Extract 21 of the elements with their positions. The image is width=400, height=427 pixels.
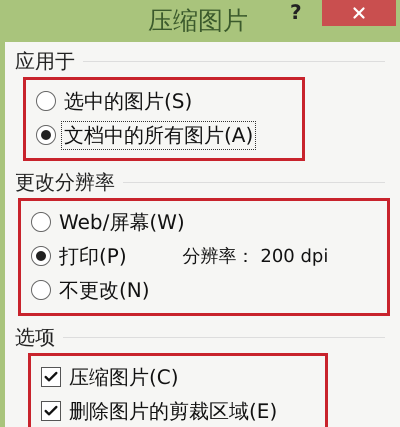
radio-option[interactable]: 选中的图片(S)	[36, 88, 194, 114]
radio-button[interactable]	[36, 125, 56, 145]
checkbox-option[interactable]: 删除图片的剪裁区域(E)	[41, 398, 280, 424]
window-title: 压缩图片	[148, 5, 248, 37]
close-button[interactable]	[322, 0, 396, 26]
radio-option[interactable]: 打印(P)	[31, 242, 129, 270]
radio-option[interactable]: 文档中的所有图片(A)	[36, 122, 256, 148]
checkbox[interactable]	[41, 367, 61, 387]
radio-option[interactable]: Web/屏幕(W)	[31, 208, 187, 236]
radio-button[interactable]	[36, 91, 56, 111]
checkbox-option[interactable]: 压缩图片(C)	[41, 364, 181, 390]
radio-button[interactable]	[31, 212, 51, 232]
help-button[interactable]: ?	[286, 0, 306, 24]
radio-button[interactable]	[31, 280, 51, 300]
checkbox[interactable]	[41, 401, 61, 421]
group-heading: 应用于	[15, 48, 75, 75]
group-heading: 选项	[15, 324, 55, 351]
group-heading: 更改分辨率	[15, 169, 115, 196]
resolution-text: 分辨率： 200 dpi	[182, 245, 328, 268]
radio-option[interactable]: 不更改(N)	[31, 276, 152, 304]
radio-button[interactable]	[31, 246, 51, 266]
